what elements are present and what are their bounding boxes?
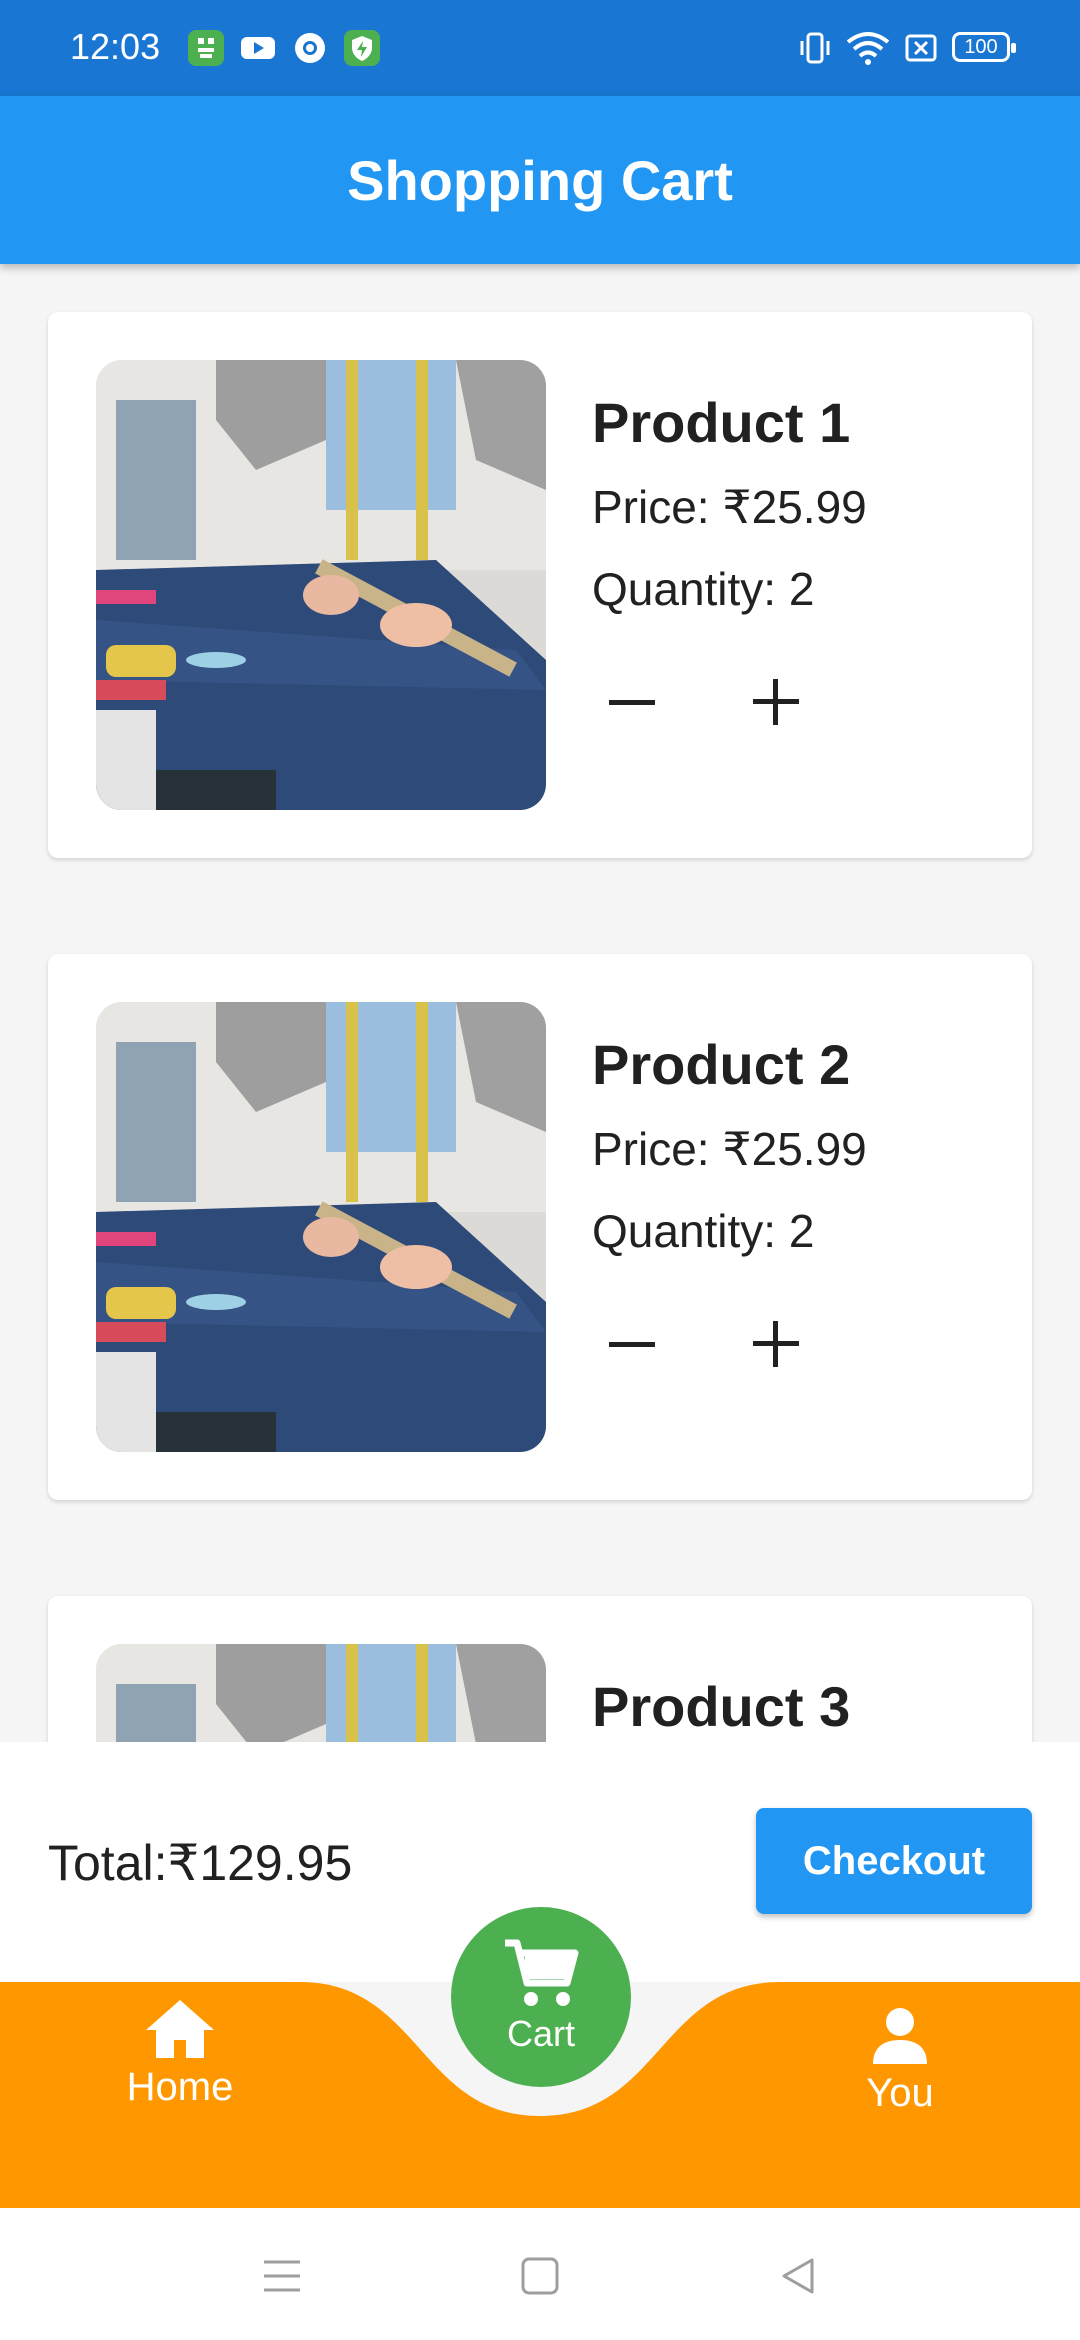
decrease-quantity-button[interactable]	[592, 1304, 672, 1384]
plus-icon	[753, 1321, 799, 1367]
person-icon	[873, 2008, 927, 2064]
cart-item-card: Product 3	[48, 1596, 1032, 1742]
square-icon	[521, 2257, 559, 2295]
menu-icon	[264, 2260, 300, 2292]
wifi-icon	[846, 30, 890, 71]
nav-home-label: Home	[126, 2065, 234, 2109]
home-system-button[interactable]	[510, 2246, 570, 2306]
chrome-icon	[292, 30, 328, 66]
app-bar: Shopping Cart	[0, 96, 1080, 264]
nav-home[interactable]: Home	[100, 1998, 260, 2110]
product-quantity: Quantity: 2	[592, 1205, 815, 1257]
product-name: Product 1	[592, 391, 851, 454]
plus-icon	[753, 679, 799, 725]
nav-you[interactable]: You	[820, 2004, 980, 2116]
home-icon	[146, 2000, 214, 2058]
tiktok-icon	[188, 30, 224, 66]
back-triangle-icon	[782, 2258, 814, 2294]
product-image	[96, 360, 546, 810]
product-quantity: Quantity: 2	[592, 563, 815, 615]
page-title: Shopping Cart	[347, 148, 733, 212]
product-image	[96, 1644, 546, 1742]
youtube-icon	[240, 30, 276, 66]
cart-item-card: Product 2 Price: ₹25.99 Quantity: 2	[48, 954, 1032, 1500]
status-time: 12:03	[70, 26, 161, 67]
minus-icon	[609, 1341, 655, 1347]
vibrate-icon	[798, 30, 832, 71]
cart-total: Total:₹129.95	[48, 1835, 353, 1891]
product-price: Price: ₹25.99	[592, 1123, 867, 1175]
cart-item-card: Product 1 Price: ₹25.99 Quantity: 2	[48, 312, 1032, 858]
status-bar: 12:03 100	[0, 0, 1080, 96]
product-name: Product 2	[592, 1033, 851, 1096]
minus-icon	[609, 699, 655, 705]
nav-cart[interactable]: Cart	[451, 1907, 631, 2087]
security-icon	[344, 30, 380, 66]
increase-quantity-button[interactable]	[736, 662, 816, 742]
no-sim-icon	[904, 30, 938, 71]
cart-icon	[505, 1939, 579, 2006]
checkout-button[interactable]: Checkout	[756, 1808, 1032, 1914]
system-navigation-bar	[0, 2208, 1080, 2340]
recent-apps-button[interactable]	[252, 2246, 312, 2306]
increase-quantity-button[interactable]	[736, 1304, 816, 1384]
battery-icon: 100	[952, 32, 1016, 62]
product-price: Price: ₹25.99	[592, 481, 867, 533]
product-image	[96, 1002, 546, 1452]
product-name: Product 3	[592, 1675, 851, 1738]
back-button[interactable]	[768, 2246, 828, 2306]
cart-item-list[interactable]: Product 1 Price: ₹25.99 Quantity: 2 Prod…	[0, 264, 1080, 1742]
decrease-quantity-button[interactable]	[592, 662, 672, 742]
nav-cart-label: Cart	[506, 2013, 575, 2054]
nav-you-label: You	[866, 2071, 934, 2115]
